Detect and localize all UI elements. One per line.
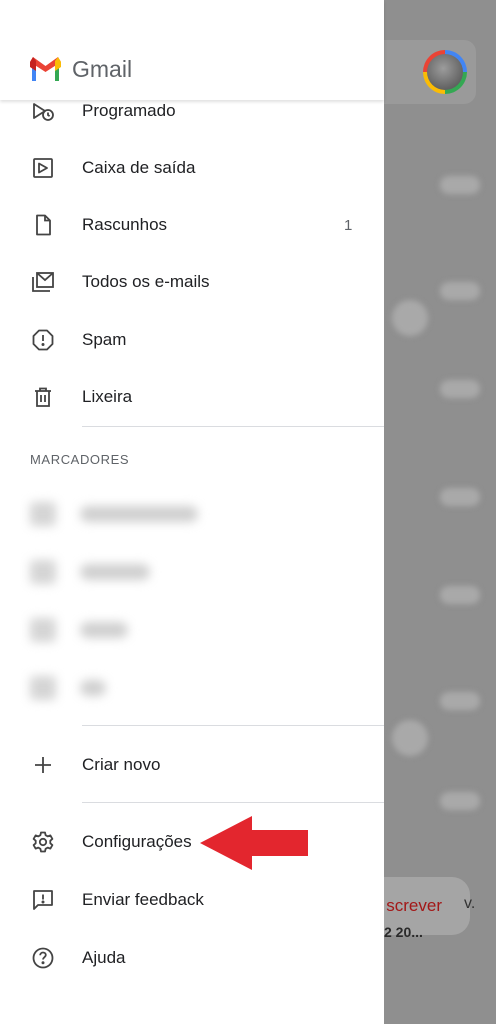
help-icon	[31, 946, 55, 970]
label-item[interactable]	[0, 610, 384, 650]
outbox-icon	[31, 156, 55, 180]
background-blur	[440, 282, 480, 300]
background-blur	[440, 176, 480, 194]
background-blur	[440, 692, 480, 710]
nav-item-outbox[interactable]: Caixa de saída	[0, 143, 384, 193]
labels-section-title: MARCADORES	[30, 452, 130, 467]
nav-item-label: Lixeira	[82, 387, 133, 406]
compose-label: screver	[386, 896, 442, 915]
background-blur	[440, 488, 480, 506]
nav-item-trash[interactable]: Lixeira	[0, 372, 384, 422]
nav-item-label: Spam	[82, 330, 127, 349]
nav-item-settings[interactable]: Configurações	[0, 817, 384, 867]
nav-item-label: Todos os e-mails	[82, 272, 210, 291]
nav-item-all-mail[interactable]: Todos os e-mails	[0, 257, 384, 307]
nav-item-label: Rascunhos	[82, 215, 168, 234]
divider	[82, 426, 384, 427]
drafts-count: 1	[344, 216, 353, 234]
nav-item-spam[interactable]: Spam	[0, 315, 384, 365]
nav-item-label: Programado	[82, 101, 176, 120]
app-name: Gmail	[72, 56, 133, 82]
background-snippet: 2 20...	[384, 924, 423, 940]
background-blur	[392, 300, 428, 336]
trash-icon	[31, 385, 55, 409]
all-mail-icon	[31, 270, 55, 294]
nav-item-help[interactable]: Ajuda	[0, 933, 384, 983]
create-new-label: Criar novo	[82, 755, 161, 774]
background-blur	[392, 720, 428, 756]
annotation-arrow-icon	[200, 816, 308, 870]
background-text: v.	[464, 895, 476, 912]
drawer-header: Gmail	[0, 0, 384, 100]
settings-label: Configurações	[82, 832, 192, 851]
label-item[interactable]	[0, 552, 384, 592]
scheduled-icon	[31, 99, 55, 123]
background-blur	[440, 792, 480, 810]
divider	[82, 802, 384, 803]
nav-item-label: Caixa de saída	[82, 158, 196, 177]
create-new-label-button[interactable]: Criar novo	[0, 740, 384, 790]
plus-icon	[31, 753, 55, 777]
feedback-icon	[31, 888, 55, 912]
divider	[82, 725, 384, 726]
background-blur	[440, 380, 480, 398]
gear-icon	[31, 830, 55, 854]
nav-item-drafts[interactable]: Rascunhos 1	[0, 200, 384, 250]
label-item[interactable]	[0, 668, 384, 708]
feedback-label: Enviar feedback	[82, 890, 204, 909]
spam-icon	[31, 328, 55, 352]
label-item[interactable]	[0, 494, 384, 534]
draft-icon	[31, 213, 55, 237]
help-label: Ajuda	[82, 948, 126, 967]
gmail-logo-icon	[30, 57, 61, 81]
navigation-drawer: Gmail Programado Caixa de saída Rascunho…	[0, 0, 384, 1024]
nav-item-feedback[interactable]: Enviar feedback	[0, 875, 384, 925]
account-avatar[interactable]	[423, 50, 467, 94]
background-blur	[440, 586, 480, 604]
